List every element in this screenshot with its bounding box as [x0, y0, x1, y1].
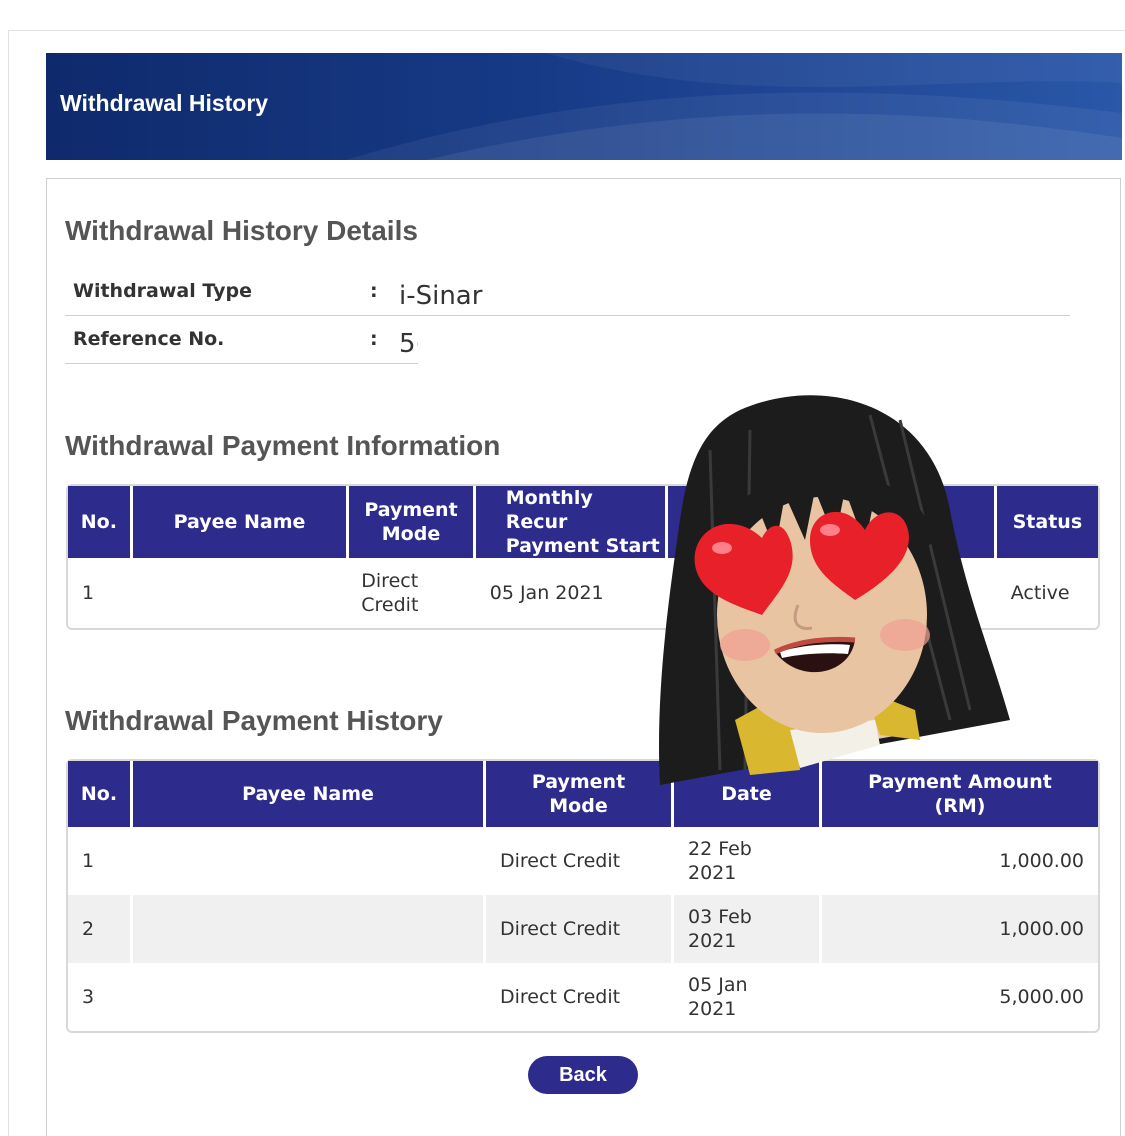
col-header-payee-name: Payee Name [132, 486, 350, 558]
cell-payee-redacted [133, 827, 486, 895]
detail-label: Reference No. [73, 328, 225, 350]
col-header-payee-name: Payee Name [133, 761, 486, 827]
payment-history-table: No. Payee Name Payment Mode Date Payment… [66, 759, 1100, 1033]
table-row: 3 Direct Credit 05 Jan 2021 5,000.00 [68, 963, 1098, 1031]
cell-date: 03 Feb 2021 [674, 895, 822, 963]
cell-payee-redacted [133, 963, 486, 1031]
details-section-title: Withdrawal History Details [65, 215, 418, 246]
cell-payment-mode: Direct Credit [486, 827, 674, 895]
cell-start-date: 05 Jan 2021 [476, 558, 668, 628]
cell-payment-mode: Direct Credit [486, 895, 674, 963]
redaction-mask [136, 905, 426, 955]
detail-value: i-Sinar [399, 281, 483, 311]
cell-amount: 1,000.00 [822, 895, 1098, 963]
back-button[interactable]: Back [528, 1056, 638, 1094]
payment-info-section-title: Withdrawal Payment Information [65, 430, 501, 461]
redaction-mask [418, 320, 1078, 366]
col-header-payment-mode: Payment Mode [486, 761, 674, 827]
cell-no: 3 [68, 963, 133, 1031]
cell-payment-mode: Direct Credit [486, 963, 674, 1031]
cell-no: 2 [68, 895, 133, 963]
payment-history-section-title: Withdrawal Payment History [65, 705, 443, 736]
header-banner: Withdrawal History [46, 53, 1122, 160]
cell-amount: 1,000.00 [999, 850, 1084, 872]
cell-no: 1 [68, 558, 133, 628]
detail-label: Withdrawal Type [73, 280, 252, 302]
cell-payee-redacted [133, 558, 350, 628]
detail-row-withdrawal-type: Withdrawal Type : i-Sinar [65, 268, 1070, 316]
col-header-payment-mode: Payment Mode [349, 486, 476, 558]
cell-no: 1 [68, 827, 133, 895]
table-row: 1 Direct Credit 22 Feb 2021 1,000.00 [68, 827, 1098, 895]
col-header-monthly-recurring: Monthly Recur Payment Start [475, 486, 668, 558]
col-header-no: No. [68, 761, 133, 827]
cell-date: 05 Jan 2021 [674, 963, 822, 1031]
heart-eyes-avatar-icon [659, 395, 1010, 785]
col-header-no: No. [68, 486, 133, 558]
page-title: Withdrawal History [60, 90, 269, 116]
cell-date: 22 Feb 2021 [674, 827, 822, 895]
cell-amount: 5,000.00 [999, 986, 1084, 1008]
cell-payment-mode: Direct Credit [349, 558, 476, 628]
